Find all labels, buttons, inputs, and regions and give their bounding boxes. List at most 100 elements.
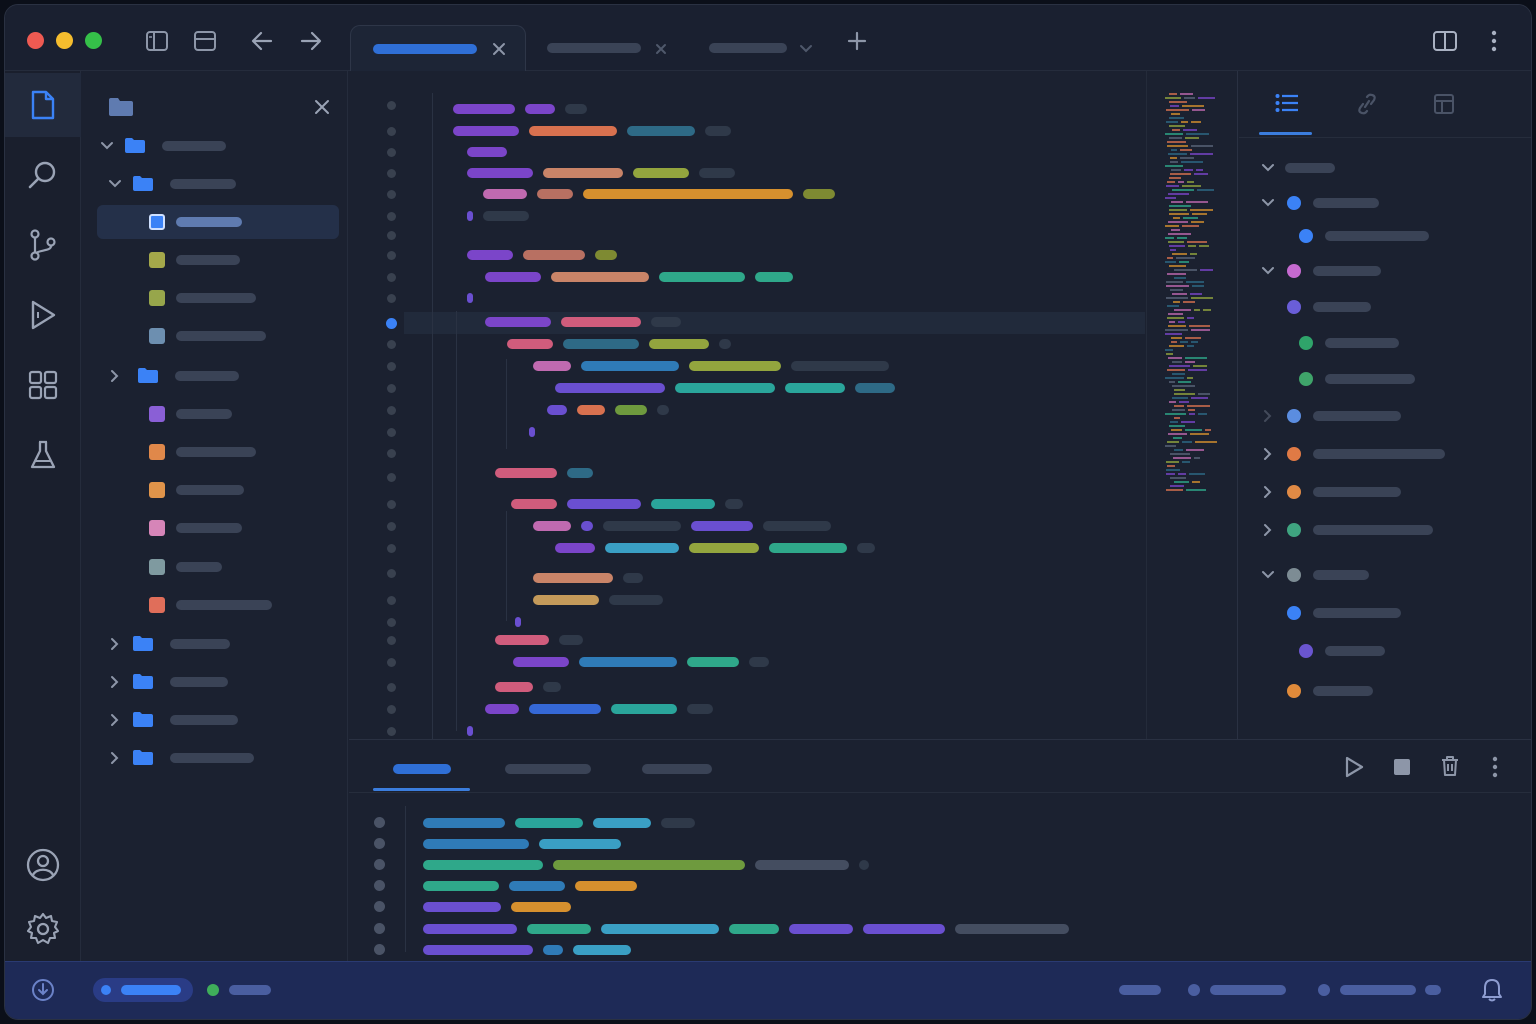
extensions-icon[interactable] xyxy=(5,353,81,417)
more-menu-icon[interactable] xyxy=(1480,27,1508,55)
breakpoint-dot[interactable] xyxy=(386,318,397,329)
tab-active[interactable] xyxy=(350,25,526,71)
search-icon[interactable] xyxy=(5,143,81,207)
line-marker[interactable] xyxy=(387,500,396,509)
line-marker[interactable] xyxy=(387,569,396,578)
line-marker[interactable] xyxy=(387,384,396,393)
maximize-window-button[interactable] xyxy=(85,32,102,49)
line-marker[interactable] xyxy=(387,251,396,260)
line-marker[interactable] xyxy=(387,340,396,349)
link-icon[interactable] xyxy=(1355,93,1379,115)
minimize-window-button[interactable] xyxy=(56,32,73,49)
tree-folder[interactable] xyxy=(82,665,347,699)
chevron-down-icon[interactable] xyxy=(1261,161,1275,175)
panel-tab-output[interactable] xyxy=(505,764,591,774)
status-item[interactable] xyxy=(1119,985,1161,995)
line-marker[interactable] xyxy=(387,273,396,282)
testing-flask-icon[interactable] xyxy=(5,423,81,487)
settings-gear-icon[interactable] xyxy=(5,897,81,961)
panel-toggle-icon[interactable] xyxy=(191,27,219,55)
outline-item[interactable] xyxy=(1239,599,1531,627)
outline-item[interactable] xyxy=(1239,677,1531,705)
outline-item[interactable] xyxy=(1239,293,1531,321)
tree-folder[interactable] xyxy=(82,627,347,661)
line-marker[interactable] xyxy=(387,190,396,199)
status-item[interactable] xyxy=(1210,985,1286,995)
source-control-icon[interactable] xyxy=(5,213,81,277)
tree-file[interactable] xyxy=(82,397,347,431)
chevron-down-icon[interactable] xyxy=(1261,196,1275,210)
back-arrow-icon[interactable] xyxy=(248,27,276,55)
line-marker[interactable] xyxy=(387,148,396,157)
line-marker[interactable] xyxy=(387,618,396,627)
line-marker[interactable] xyxy=(387,231,396,240)
line-marker[interactable] xyxy=(387,596,396,605)
line-marker[interactable] xyxy=(387,636,396,645)
line-marker[interactable] xyxy=(387,727,396,736)
close-icon[interactable] xyxy=(314,99,330,115)
line-marker[interactable] xyxy=(387,522,396,531)
branch-badge[interactable] xyxy=(93,978,193,1002)
line-marker[interactable] xyxy=(387,683,396,692)
panel-tab-terminal[interactable] xyxy=(393,764,451,774)
run-icon[interactable] xyxy=(1344,756,1364,778)
tree-file[interactable] xyxy=(82,319,347,353)
outline-item[interactable] xyxy=(1239,561,1531,589)
outline-item[interactable] xyxy=(1239,516,1531,544)
close-window-button[interactable] xyxy=(27,32,44,49)
line-marker[interactable] xyxy=(387,362,396,371)
new-tab-icon[interactable] xyxy=(843,27,871,55)
tree-folder[interactable] xyxy=(82,359,347,393)
list-icon[interactable] xyxy=(1275,93,1299,113)
outline-item[interactable] xyxy=(1239,402,1531,430)
chevron-right-icon[interactable] xyxy=(108,713,122,727)
sync-status-icon[interactable] xyxy=(31,978,55,1002)
outline-item[interactable] xyxy=(1239,478,1531,506)
forward-arrow-icon[interactable] xyxy=(297,27,325,55)
tree-folder[interactable] xyxy=(82,741,347,775)
files-icon[interactable] xyxy=(5,73,81,137)
chevron-right-icon[interactable] xyxy=(1261,523,1275,537)
outline-item[interactable] xyxy=(1239,257,1531,285)
tree-file[interactable] xyxy=(82,243,347,277)
chevron-right-icon[interactable] xyxy=(108,675,122,689)
tree-file[interactable] xyxy=(97,205,339,239)
line-marker[interactable] xyxy=(387,294,396,303)
line-marker[interactable] xyxy=(387,101,396,110)
tab-2[interactable] xyxy=(545,25,685,71)
trash-icon[interactable] xyxy=(1440,755,1460,777)
tree-file[interactable] xyxy=(82,588,347,622)
line-marker[interactable] xyxy=(387,127,396,136)
chevron-down-icon[interactable] xyxy=(100,139,114,153)
more-menu-icon[interactable] xyxy=(1492,756,1498,778)
outline-item[interactable] xyxy=(1239,189,1531,217)
close-icon[interactable] xyxy=(492,42,506,56)
tree-file[interactable] xyxy=(82,511,347,545)
minimap[interactable] xyxy=(1146,71,1238,739)
line-marker[interactable] xyxy=(387,658,396,667)
chevron-down-icon[interactable] xyxy=(799,43,813,55)
tree-file[interactable] xyxy=(82,435,347,469)
line-marker[interactable] xyxy=(387,473,396,482)
chevron-down-icon[interactable] xyxy=(1261,568,1275,582)
tree-folder[interactable] xyxy=(82,703,347,737)
stop-icon[interactable] xyxy=(1394,759,1410,775)
line-marker[interactable] xyxy=(387,705,396,714)
tree-folder[interactable] xyxy=(82,167,347,201)
outline-item[interactable] xyxy=(1239,154,1531,182)
chevron-right-icon[interactable] xyxy=(108,637,122,651)
chevron-right-icon[interactable] xyxy=(1261,485,1275,499)
outline-item[interactable] xyxy=(1239,365,1531,393)
tree-file[interactable] xyxy=(82,550,347,584)
split-view-icon[interactable] xyxy=(1431,27,1459,55)
tree-file[interactable] xyxy=(82,281,347,315)
chevron-right-icon[interactable] xyxy=(1261,409,1275,423)
tree-file[interactable] xyxy=(82,473,347,507)
outline-item[interactable] xyxy=(1239,440,1531,468)
sidebar-toggle-icon[interactable] xyxy=(143,27,171,55)
chevron-right-icon[interactable] xyxy=(108,751,122,765)
outline-item[interactable] xyxy=(1239,329,1531,357)
tab-3[interactable] xyxy=(707,25,827,71)
line-marker[interactable] xyxy=(387,449,396,458)
account-icon[interactable] xyxy=(5,833,81,897)
